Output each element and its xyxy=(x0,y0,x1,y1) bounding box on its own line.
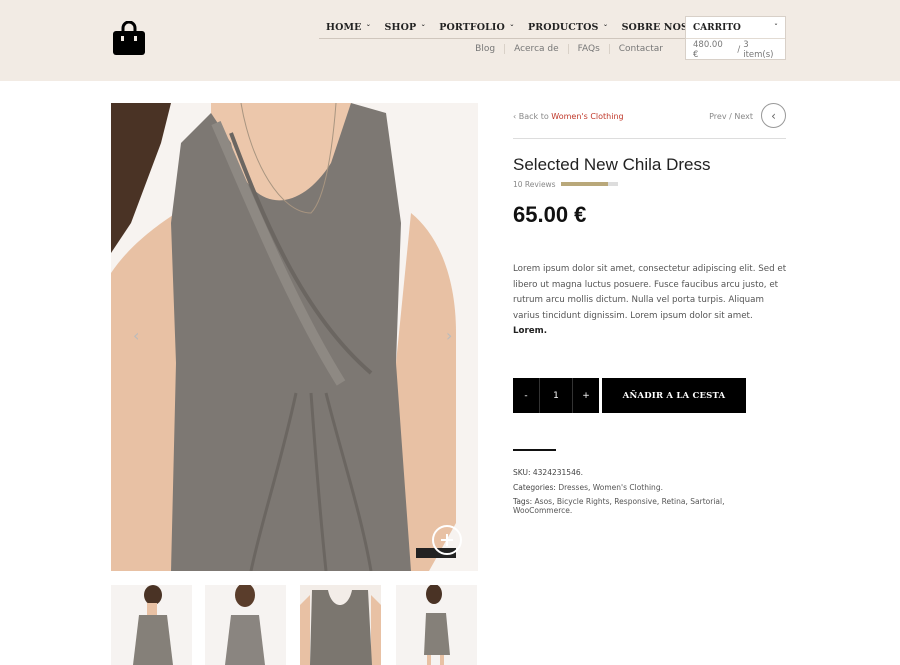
description-bold: Lorem. xyxy=(513,326,548,337)
sku-label: SKU: xyxy=(513,468,531,477)
prev-next-link[interactable]: Prev / Next xyxy=(709,112,753,121)
main-navigation: HOME ˇ SHOP ˇ PORTFOLIO ˇ PRODUCTOS ˇ SOBRE … xyxy=(319,17,743,39)
chevron-down-icon: ˇ xyxy=(366,22,371,33)
description-text: Lorem ipsum dolor sit amet, consectetur … xyxy=(513,264,787,321)
chevron-down-icon: ˇ xyxy=(421,22,426,33)
chevron-down-icon: ˇ xyxy=(509,22,514,33)
chevron-down-icon: ˇ xyxy=(774,23,778,32)
categories-label: Categories: xyxy=(513,483,556,492)
reviews-count[interactable]: 10 Reviews xyxy=(513,180,556,189)
site-header: HOME ˇ SHOP ˇ PORTFOLIO ˇ PRODUCTOS ˇ SOBRE … xyxy=(0,0,900,81)
thumbnail-4[interactable] xyxy=(396,585,477,665)
nav-item-productos[interactable]: PRODUCTOS ˇ xyxy=(521,17,615,38)
thumbnail-image xyxy=(300,585,381,665)
secondary-navigation: Blog Acerca de FAQs Contactar xyxy=(466,44,672,54)
cart-total: 480.00 € xyxy=(693,39,723,60)
dress-photo xyxy=(111,103,478,571)
cart-item-count: 3 item(s) xyxy=(743,39,774,60)
quantity-stepper: - 1 + xyxy=(513,378,599,413)
increase-quantity-button[interactable]: + xyxy=(573,378,599,413)
cart-summary: 480.00 € / 3 item(s) xyxy=(686,39,785,60)
chevron-down-icon: ˇ xyxy=(603,22,608,33)
quantity-input[interactable]: 1 xyxy=(539,378,573,413)
subnav-acerca-de[interactable]: Acerca de xyxy=(504,44,568,54)
categories-line: Categories: Dresses, Women's Clothing. xyxy=(513,483,663,492)
tag-link[interactable]: Retina xyxy=(662,497,686,506)
cart-separator: / xyxy=(737,44,741,55)
tag-link[interactable]: Responsive xyxy=(614,497,657,506)
category-link[interactable]: Women's Clothing. xyxy=(593,483,663,492)
chevron-left-icon[interactable]: ‹ xyxy=(133,326,139,345)
thumbnail-3[interactable] xyxy=(300,585,381,665)
product-price: 65.00 € xyxy=(513,202,587,227)
thumbnail-1[interactable] xyxy=(111,585,192,665)
nav-item-label: SHOP xyxy=(384,22,417,33)
tag-link[interactable]: WooCommerce. xyxy=(513,506,572,515)
subnav-contactar[interactable]: Contactar xyxy=(608,44,672,54)
thumbnail-2[interactable] xyxy=(205,585,286,665)
tag-link[interactable]: Sartorial xyxy=(690,497,722,506)
chevron-left-circle-icon[interactable]: ‹ xyxy=(761,103,786,128)
nav-item-shop[interactable]: SHOP ˇ xyxy=(378,17,433,38)
tags-label: Tags: xyxy=(513,497,533,506)
tag-link[interactable]: Asos xyxy=(535,497,553,506)
back-category-link[interactable]: Women's Clothing xyxy=(551,112,623,121)
tags-line: Tags: Asos, Bicycle Rights, Responsive, … xyxy=(513,497,725,515)
back-prefix: Back to xyxy=(518,112,549,121)
category-link[interactable]: Dresses xyxy=(558,483,588,492)
product-thumbnails xyxy=(111,585,478,665)
chevron-right-icon[interactable]: › xyxy=(446,326,452,345)
product-title: Selected New Chila Dress xyxy=(513,155,711,174)
product-details: ‹ Back to Women's Clothing Prev / Next ‹… xyxy=(513,103,786,515)
subnav-blog[interactable]: Blog xyxy=(466,44,504,54)
cart-title: CARRITO xyxy=(693,22,741,33)
nav-item-portfolio[interactable]: PORTFOLIO ˇ xyxy=(432,17,521,38)
product-description: Lorem ipsum dolor sit amet, consectetur … xyxy=(513,262,788,340)
thumbnail-image xyxy=(111,585,192,665)
cart-header[interactable]: CARRITO ˇ xyxy=(686,17,785,39)
plus-circle-icon[interactable] xyxy=(432,525,462,555)
rating-fill xyxy=(561,182,608,186)
thumbnail-image xyxy=(205,585,286,665)
rating-bar xyxy=(561,182,618,186)
nav-item-label: HOME xyxy=(326,22,362,33)
subnav-faqs[interactable]: FAQs xyxy=(567,44,609,54)
product-main-image[interactable] xyxy=(111,103,478,571)
tag-link[interactable]: Bicycle Rights xyxy=(557,497,610,506)
nav-item-label: PRODUCTOS xyxy=(527,22,599,33)
nav-item-label: PORTFOLIO xyxy=(439,22,505,33)
sku-value: 4324231546. xyxy=(532,468,583,477)
divider xyxy=(513,449,556,451)
back-link[interactable]: ‹ Back to Women's Clothing xyxy=(513,112,624,121)
thumbnail-image xyxy=(396,585,477,665)
nav-item-home[interactable]: HOME ˇ xyxy=(319,17,378,38)
shopping-bag-icon[interactable] xyxy=(112,21,146,55)
decrease-quantity-button[interactable]: - xyxy=(513,378,539,413)
cart-widget[interactable]: CARRITO ˇ 480.00 € / 3 item(s) xyxy=(685,16,786,60)
product-topbar: ‹ Back to Women's Clothing Prev / Next ‹ xyxy=(513,103,786,139)
add-to-cart-button[interactable]: AÑADIR A LA CESTA xyxy=(602,378,746,413)
sku-line: SKU: 4324231546. xyxy=(513,468,583,477)
